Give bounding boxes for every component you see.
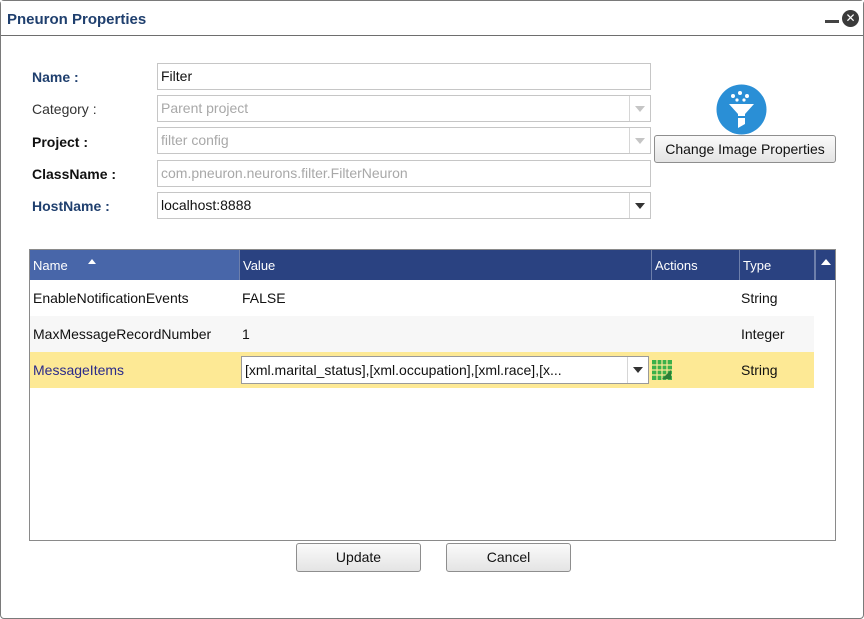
message-items-value: [xml.marital_status],[xml.occupation],[x…: [245, 362, 562, 378]
chevron-down-icon: [635, 106, 645, 112]
project-label: Project :: [32, 134, 89, 150]
project-dropdown-button: [629, 128, 650, 153]
column-header-value[interactable]: Value: [240, 250, 652, 280]
message-items-select[interactable]: [xml.marital_status],[xml.occupation],[x…: [241, 356, 649, 384]
column-header-label: Actions: [655, 258, 698, 273]
project-select: filter config: [157, 127, 651, 154]
classname-value: com.pneuron.neurons.filter.FilterNeuron: [161, 165, 408, 181]
grid-edit-icon[interactable]: [652, 360, 672, 380]
message-items-dropdown-button[interactable]: [627, 357, 648, 383]
row-name: MessageItems: [33, 362, 125, 378]
classname-input: com.pneuron.neurons.filter.FilterNeuron: [157, 160, 651, 187]
grid-header: Name Value Actions Type: [30, 250, 835, 280]
cancel-button[interactable]: Cancel: [446, 543, 571, 572]
close-icon: ✕: [845, 11, 856, 25]
minimize-button[interactable]: [825, 13, 839, 23]
column-header-label: Value: [243, 258, 276, 273]
funnel-icon: [716, 84, 767, 135]
row-type: String: [741, 362, 778, 378]
sort-ascending-icon: [88, 259, 96, 264]
pneuron-properties-dialog: Pneuron Properties ✕ Name : Filter Categ…: [0, 0, 864, 619]
category-dropdown-button: [629, 96, 650, 121]
row-value: FALSE: [242, 290, 286, 306]
properties-grid: Name Value Actions Type EnableNotificati…: [29, 249, 836, 541]
table-row-selected[interactable]: MessageItems [xml.marital_status],[xml.o…: [30, 352, 814, 388]
close-button[interactable]: ✕: [842, 10, 859, 27]
column-header-label: Name: [33, 258, 68, 273]
row-name: EnableNotificationEvents: [33, 290, 189, 306]
name-label: Name :: [32, 69, 79, 85]
category-select: Parent project: [157, 95, 651, 122]
category-value: Parent project: [161, 100, 249, 116]
chevron-down-icon: [635, 203, 645, 209]
table-row[interactable]: MaxMessageRecordNumber 1 Integer: [30, 316, 814, 352]
column-header-label: Type: [743, 258, 772, 273]
dialog-titlebar[interactable]: Pneuron Properties ✕: [1, 1, 863, 36]
chevron-up-icon: [821, 259, 831, 265]
minimize-icon: [825, 20, 839, 23]
row-name: MaxMessageRecordNumber: [33, 326, 212, 342]
scroll-up-button[interactable]: [815, 250, 835, 280]
name-input[interactable]: Filter: [157, 63, 651, 90]
change-image-properties-button[interactable]: Change Image Properties: [654, 135, 836, 163]
update-button[interactable]: Update: [296, 543, 421, 572]
name-value: Filter: [161, 68, 193, 84]
dialog-title: Pneuron Properties: [7, 11, 147, 28]
hostname-dropdown-button[interactable]: [629, 193, 650, 218]
row-type: String: [741, 290, 778, 306]
row-value: 1: [242, 326, 250, 342]
table-row[interactable]: EnableNotificationEvents FALSE String: [30, 280, 814, 316]
hostname-value: localhost:8888: [161, 197, 252, 213]
hostname-label: HostName :: [32, 198, 110, 214]
chevron-down-icon: [633, 367, 643, 373]
category-label: Category :: [32, 101, 97, 117]
column-header-type[interactable]: Type: [740, 250, 815, 280]
classname-label: ClassName :: [32, 166, 117, 182]
row-type: Integer: [741, 326, 785, 342]
project-value: filter config: [161, 132, 229, 148]
column-header-name[interactable]: Name: [30, 250, 240, 280]
column-header-actions[interactable]: Actions: [652, 250, 740, 280]
hostname-select[interactable]: localhost:8888: [157, 192, 651, 219]
chevron-down-icon: [635, 138, 645, 144]
